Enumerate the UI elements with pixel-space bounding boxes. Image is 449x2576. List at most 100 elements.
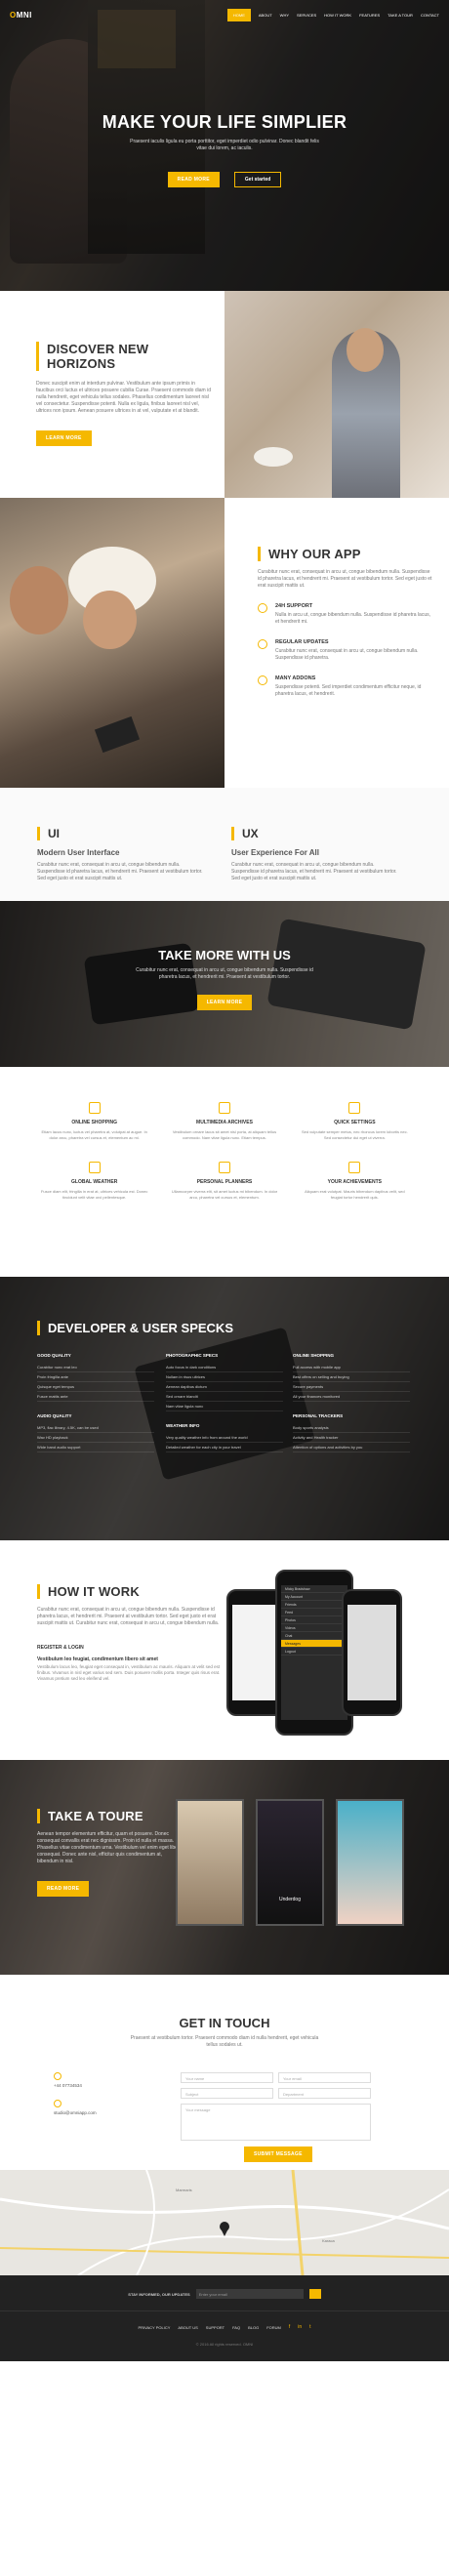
service-title: YOUR ACHIEVEMENTS <box>327 1179 383 1185</box>
phone-menu-item[interactable]: Messages <box>281 1640 347 1648</box>
footer-link[interactable]: Forum <box>266 2325 281 2330</box>
service-icon <box>88 1162 101 1173</box>
linkedin-icon[interactable]: in <box>298 2324 302 2330</box>
service-item: YOUR ACHIEVEMENTS Aliquam erat volutpat. … <box>300 1162 410 1200</box>
phone-menu-item[interactable]: Videos <box>281 1624 347 1632</box>
take-more-learn-button[interactable]: Learn more <box>196 995 253 1010</box>
footer-link[interactable]: Privacy Policy <box>138 2325 170 2330</box>
service-item: PERSONAL PLANNERS Ullamcorper viverra eli… <box>169 1162 279 1200</box>
nav-item-how-it-work[interactable]: How it work <box>324 13 351 18</box>
subject-field[interactable]: Subject <box>181 2088 273 2099</box>
read-more-button[interactable]: Read more <box>167 172 220 187</box>
footer-navigation: Privacy Policy About Us Support FAQ Blog Foru… <box>0 2324 449 2330</box>
nav-item-take-a-tour[interactable]: Take a tour <box>388 13 413 18</box>
feature-text: Nulla in arcu ut, congue bibendum nulla.… <box>275 612 430 625</box>
tour-screen-3[interactable] <box>336 1799 404 1926</box>
nav-item-contact[interactable]: Contact <box>421 13 439 18</box>
map-label-2: Karaca <box>322 2238 335 2243</box>
phone-mockup-right <box>342 1589 402 1716</box>
facebook-icon[interactable]: f <box>289 2324 290 2330</box>
specs-list-item: Wide band audio support <box>37 1443 154 1452</box>
how-step-title: Vestibulum leo feugiat, condimentum libe… <box>37 1656 158 1662</box>
feature-icon <box>258 675 267 685</box>
feature-text: Curabitur nunc erat, consequat in arcu u… <box>275 648 419 661</box>
contact-email[interactable]: studio@omniapp.com <box>54 2110 171 2115</box>
footer-link[interactable]: Support <box>206 2325 224 2330</box>
name-field[interactable]: Your name <box>181 2072 273 2083</box>
nav-item-about[interactable]: About <box>259 13 272 18</box>
discover-section: DISCOVER NEW HORIZONS Donec suscipit enim… <box>0 291 449 498</box>
specs-list-item: MP3, flac library, 4.5K, can be used <box>37 1423 154 1433</box>
specs-heading: WEATHER INFO <box>166 1423 200 1428</box>
contact-text: Praesent at vestibulum tortor. Praesent … <box>130 2035 319 2048</box>
main-menu: Home About Why Services How it work Features T… <box>226 8 439 21</box>
phone-menu-item[interactable]: Friends <box>281 1601 347 1609</box>
coffee-cup <box>254 447 293 467</box>
nav-item-services[interactable]: Services <box>297 13 316 18</box>
footer-link[interactable]: Blog <box>248 2325 259 2330</box>
ui-column: UI Modern User Interface Curabitur nunc … <box>37 827 203 882</box>
specs-section: DEVELOPER & USER SPECKS GOOD QUALITY Cura… <box>0 1277 449 1540</box>
phone-menu-item[interactable]: Logout <box>281 1648 347 1656</box>
phone-menu-item[interactable]: Feed <box>281 1609 347 1616</box>
get-started-button[interactable]: Get started <box>233 172 282 187</box>
hero-section: OMNI Home About Why Services How it work Feat… <box>0 0 449 291</box>
phone-menu-item[interactable]: Photos <box>281 1616 347 1624</box>
why-features: 24H SUPPORT Nulla in arcu ut, congue bibe… <box>258 603 433 698</box>
specs-list-item: Curabitur nunc erat leo <box>37 1363 154 1372</box>
tour-read-more-button[interactable]: Read more <box>37 1881 90 1897</box>
footer-link[interactable]: About Us <box>178 2325 197 2330</box>
service-title: PERSONAL PLANNERS <box>196 1179 253 1185</box>
specs-list-item: Aenean dapibus dictum <box>166 1382 283 1392</box>
nav-item-features[interactable]: Features <box>359 13 380 18</box>
footer-link[interactable]: FAQ <box>232 2325 240 2330</box>
how-title: HOW IT WORK <box>48 1584 140 1599</box>
specs-list-item: Nam vitae ligula nunc <box>166 1402 283 1411</box>
discover-learn-more-button[interactable]: Learn more <box>36 430 92 446</box>
services-section: ONLINE SHOPPING Etiam lacus nunc, luctus … <box>0 1067 449 1277</box>
take-more-text: Curabitur nunc erat, consequat in arcu u… <box>136 967 313 980</box>
service-icon <box>218 1162 230 1173</box>
how-step-title: REGISTER & LOGIN <box>37 1645 84 1651</box>
top-navigation: OMNI Home About Why Services How it work Feat… <box>0 0 449 29</box>
submit-button[interactable]: Submit message <box>244 2147 312 2162</box>
ux-title: UX <box>242 827 259 840</box>
logo-mark: O <box>10 10 17 20</box>
ux-subtitle: User Experience For All <box>231 848 319 857</box>
footer: Stay informed, our updates Enter your em… <box>0 2275 449 2361</box>
specs-list-item: Secure payments <box>293 1382 410 1392</box>
logo[interactable]: OMNI <box>10 11 32 20</box>
women-with-phone-photo <box>0 498 224 788</box>
specs-list-item: All your finances monitored <box>293 1392 410 1402</box>
tour-screen-2[interactable]: Underdog <box>256 1799 324 1926</box>
service-icon <box>348 1102 361 1114</box>
phone-menu-item[interactable]: My Account <box>281 1593 347 1601</box>
phone-menu-item[interactable]: Chat <box>281 1632 347 1640</box>
nav-item-home[interactable]: Home <box>226 8 251 21</box>
twitter-icon[interactable]: t <box>309 2324 310 2330</box>
contact-phone: +44 07734534 <box>54 2083 82 2088</box>
feature-item: MANY ADDONS Suspendisse potenti. Sed impe… <box>258 675 433 698</box>
specs-heading: PHOTOGRAPHIC SPECS <box>166 1353 219 1358</box>
service-text: Fusce diam elit, fringilla in erat at, u… <box>40 1189 148 1200</box>
specs-column: PHOTOGRAPHIC SPECS Auto focus in dark con… <box>166 1353 283 1452</box>
service-title: ONLINE SHOPPING <box>71 1120 117 1125</box>
newsletter-send-button[interactable] <box>308 2289 321 2299</box>
department-select[interactable]: Department <box>278 2088 371 2099</box>
specs-list-item: Activity and Health tracker <box>293 1433 410 1443</box>
message-field[interactable]: Your message <box>181 2104 371 2141</box>
map-section[interactable]: Marmaris Karaca <box>0 2170 449 2275</box>
specs-list-item: Attention of options and activities by y… <box>293 1443 410 1452</box>
why-section: WHY OUR APP Curabitur nunc erat, consequ… <box>0 498 449 788</box>
tour-screen-1[interactable] <box>176 1799 244 1926</box>
email-field[interactable]: Your email <box>278 2072 371 2083</box>
logo-text: MNI <box>16 10 32 20</box>
service-icon <box>348 1162 361 1173</box>
specs-list-item: Proin fringilla ante <box>37 1372 154 1382</box>
phone-user-name: Micky Bradshaw <box>281 1585 347 1593</box>
specs-list-item: Sed ornare blandit <box>166 1392 283 1402</box>
newsletter-email-input[interactable]: Enter your email <box>195 2289 304 2299</box>
nav-item-why[interactable]: Why <box>280 13 289 18</box>
footer-divider <box>0 2310 449 2311</box>
service-item: ONLINE SHOPPING Etiam lacus nunc, luctus … <box>39 1102 149 1140</box>
